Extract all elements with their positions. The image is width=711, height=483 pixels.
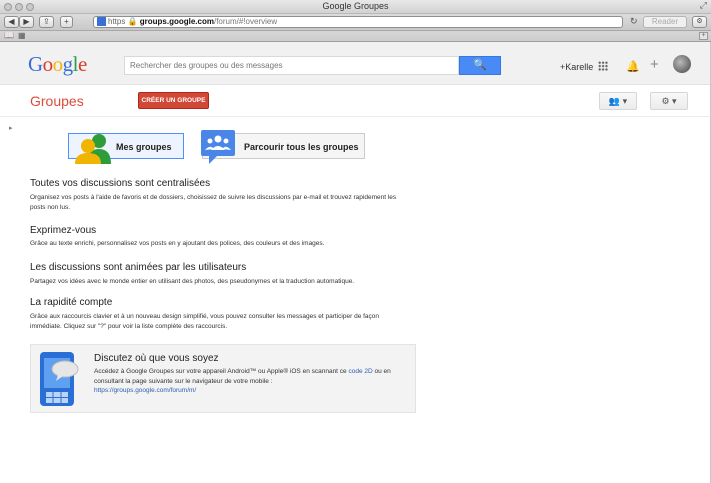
notifications-bell-icon[interactable]: 🔔: [626, 60, 640, 73]
mobile-phone-icon: [40, 352, 79, 406]
add-bookmark-button[interactable]: +: [60, 16, 73, 28]
avatar[interactable]: [673, 55, 691, 73]
share-button[interactable]: ⇪: [39, 16, 54, 28]
page-title[interactable]: Groupes: [30, 93, 84, 109]
promo-text: Accédez à Google Groupes sur votre appar…: [94, 367, 412, 396]
reader-button[interactable]: Reader: [643, 16, 687, 28]
reading-list-icon[interactable]: 📖: [4, 31, 14, 41]
create-group-button[interactable]: CRÉER UN GROUPE: [138, 92, 209, 109]
gear-icon: ⚙: [661, 96, 670, 106]
section-title: Exprimez-vous: [30, 225, 97, 236]
share-plus-icon[interactable]: +: [650, 56, 659, 73]
address-bar[interactable]: https 🔒 groups.google.com/forum/#!overvi…: [93, 16, 623, 28]
search-input[interactable]: [124, 56, 459, 75]
browse-groups-label: Parcourir tous les groupes: [244, 142, 359, 152]
qr-code-link[interactable]: code 2D: [348, 368, 372, 375]
top-sites-icon[interactable]: ▦: [18, 31, 26, 41]
chevron-down-icon: ▾: [622, 96, 628, 106]
browser-toolbar: ◀ ▶ ⇪ + https 🔒 groups.google.com/forum/…: [0, 14, 711, 31]
settings-menu-button[interactable]: ⚙ ▾: [650, 92, 688, 110]
people-menu-button[interactable]: 👥 ▾: [599, 92, 637, 110]
search-button[interactable]: 🔍: [459, 56, 501, 75]
url-scheme: https: [108, 17, 126, 26]
google-logo[interactable]: Google: [28, 52, 87, 77]
window-title: Google Groupes: [322, 1, 389, 11]
expand-sidebar-icon[interactable]: ▸: [9, 124, 13, 132]
search-icon: 🔍: [473, 59, 487, 71]
people-icon: 👥: [608, 96, 621, 106]
window-titlebar: Google Groupes ⤢: [0, 0, 711, 14]
promo-title: Discutez où que vous soyez: [94, 353, 219, 364]
section-text: Grâce aux raccourcis clavier et à un nou…: [30, 313, 380, 330]
lock-icon: 🔒: [125, 17, 140, 26]
bookmarks-more-icon[interactable]: +: [699, 32, 708, 40]
url-path: /forum/#!overview: [213, 17, 278, 26]
back-button[interactable]: ◀: [4, 16, 19, 28]
downloads-button[interactable]: ⚙: [692, 16, 707, 28]
fullscreen-icon[interactable]: ⤢: [700, 0, 707, 11]
promo-text-before: Accédez à Google Groupes sur votre appar…: [94, 368, 349, 375]
google-bar: Google 🔍 +Karelle 🔔 +: [0, 42, 711, 85]
url-host: groups.google.com: [139, 17, 214, 26]
section-text: Partagez vos idées avec le monde entier …: [30, 278, 355, 285]
mobile-url-link[interactable]: https://groups.google.com/forum/m/: [94, 387, 196, 394]
mobile-promo-box: Discutez où que vous soyez Accédez à Goo…: [30, 344, 416, 413]
bookmarks-bar: 📖 ▦ +: [0, 31, 711, 42]
section-title: Les discussions sont animées par les uti…: [30, 262, 247, 273]
browse-groups-icon: [201, 130, 235, 164]
chevron-down-icon: ▾: [672, 96, 677, 106]
forward-button[interactable]: ▶: [19, 16, 34, 28]
user-profile-link[interactable]: +Karelle: [560, 62, 593, 72]
section-text: Grâce au texte enrichi, personnalisez vo…: [30, 240, 325, 247]
site-favicon-icon: [97, 17, 106, 26]
browse-groups-tile[interactable]: Parcourir tous les groupes: [201, 130, 365, 164]
groups-header: Groupes CRÉER UN GROUPE 👥 ▾ ⚙ ▾: [0, 85, 711, 117]
reload-icon[interactable]: ↻: [630, 16, 638, 27]
section-title: Toutes vos discussions sont centralisées: [30, 178, 211, 189]
section-title: La rapidité compte: [30, 297, 113, 308]
apps-grid-icon[interactable]: [598, 61, 608, 71]
my-groups-label: Mes groupes: [116, 142, 172, 152]
people-group-icon: [75, 134, 111, 164]
section-text: Organisez vos posts à l'aide de favoris …: [30, 194, 397, 211]
my-groups-tile[interactable]: Mes groupes: [68, 133, 184, 164]
